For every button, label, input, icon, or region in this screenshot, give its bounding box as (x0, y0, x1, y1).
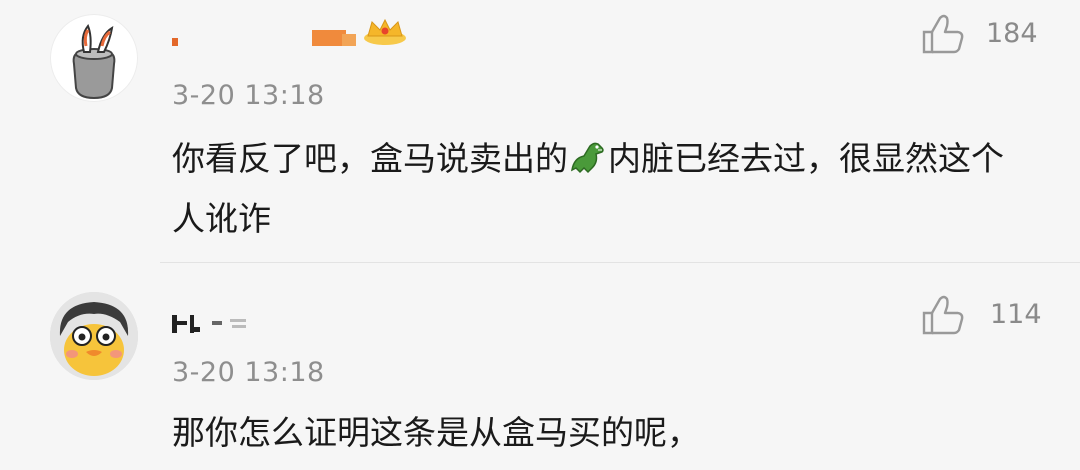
redacted-name-mark (172, 315, 246, 333)
avatar-image (72, 24, 116, 100)
comment-text-before: 你看反了吧，盒马说卖出的 (172, 139, 568, 178)
comment-item: 3-20 13:18 你看反了吧，盒马说卖出的 内脏已经去过，很显然这个人讹诈 … (0, 0, 1080, 262)
username[interactable] (172, 10, 432, 50)
comment-text: 那你怎么证明这条是从盒马买的呢， (172, 413, 700, 452)
avatar[interactable] (50, 292, 138, 380)
like-count: 184 (986, 18, 1038, 49)
avatar[interactable] (50, 14, 138, 102)
comment-item: 3-20 13:18 那你怎么证明这条是从盒马买的呢， 114 (0, 263, 1080, 470)
crocodile-emoji (568, 138, 608, 192)
username[interactable] (172, 297, 432, 337)
thumbs-up-icon (922, 295, 964, 335)
comment-text: 你看反了吧，盒马说卖出的 内脏已经去过，很显然这个人讹诈 (172, 132, 1032, 246)
avatar-image (50, 292, 138, 380)
like-count: 114 (990, 299, 1042, 330)
crown-icon (364, 18, 406, 45)
thumbs-up-icon (922, 14, 964, 54)
comment-time: 3-20 13:18 (172, 357, 325, 388)
comment-time: 3-20 13:18 (172, 80, 325, 111)
